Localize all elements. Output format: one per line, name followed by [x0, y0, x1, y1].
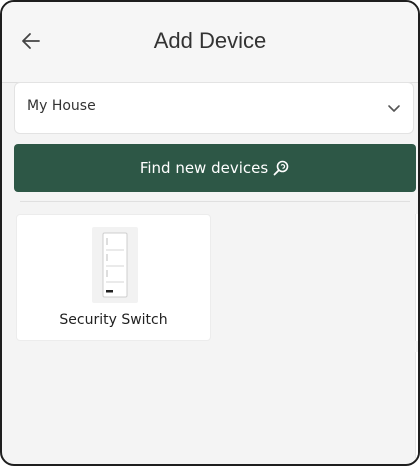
- house-select[interactable]: My House: [14, 82, 414, 134]
- search-icon: [273, 160, 289, 176]
- device-card-partial[interactable]: [415, 214, 418, 341]
- find-devices-button[interactable]: Find new devices: [14, 144, 416, 192]
- app-header: Add Device: [2, 2, 418, 83]
- chevron-down-icon: [388, 105, 400, 112]
- page-title: Add Device: [153, 28, 267, 53]
- device-card-security-switch[interactable]: Security Switch: [16, 214, 211, 341]
- house-select-value: My House: [27, 98, 96, 114]
- device-name: Security Switch: [59, 312, 168, 328]
- find-devices-label: Find new devices: [139, 159, 269, 177]
- phone-frame: Add Device My House Find new devices Sec…: [0, 0, 420, 466]
- device-card-partial-lower[interactable]: [415, 352, 418, 462]
- wall-switch-icon: [92, 227, 138, 303]
- divider: [20, 201, 410, 202]
